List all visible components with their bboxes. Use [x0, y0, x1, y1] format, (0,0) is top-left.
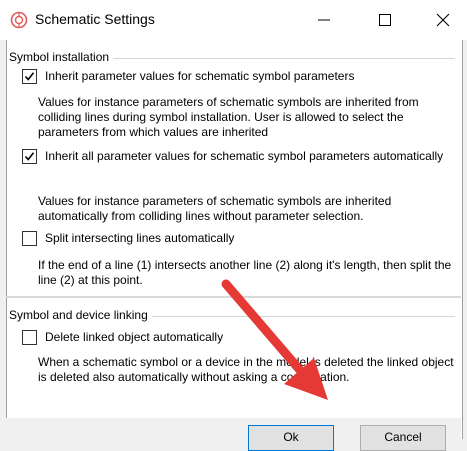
inherit-parameter-values-option[interactable]: Inherit parameter values for schematic s…: [22, 68, 455, 85]
close-icon: [436, 13, 450, 27]
maximize-icon: [379, 14, 391, 26]
option-description: If the end of a line (1) intersects anot…: [38, 258, 452, 287]
checkmark-icon: [24, 152, 35, 161]
delete-linked-object-option[interactable]: Delete linked object automatically: [22, 329, 455, 346]
cancel-button[interactable]: Cancel: [360, 425, 446, 451]
split-intersecting-lines-option[interactable]: Split intersecting lines automatically: [22, 230, 455, 247]
minimize-icon: [318, 19, 330, 21]
option-label: Delete linked object automatically: [45, 330, 224, 344]
title-bar: Schematic Settings: [0, 0, 467, 40]
option-description: When a schematic symbol or a device in t…: [38, 355, 454, 384]
checkmark-icon: [24, 72, 35, 81]
inherit-all-parameter-values-option[interactable]: Inherit all parameter values for schemat…: [22, 148, 445, 165]
option-label: Inherit all parameter values for schemat…: [45, 149, 444, 163]
window-title: Schematic Settings: [35, 11, 155, 27]
delete-linked-object-checkbox[interactable]: [22, 330, 37, 345]
option-label: Inherit parameter values for schematic s…: [45, 69, 355, 83]
split-intersecting-lines-checkbox[interactable]: [22, 231, 37, 246]
app-icon: [10, 11, 28, 29]
option-description: Values for instance parameters of schema…: [38, 194, 392, 223]
close-button[interactable]: [420, 0, 466, 40]
option-description: Values for instance parameters of schema…: [38, 95, 419, 139]
inherit-all-parameter-values-checkbox[interactable]: [22, 149, 37, 164]
minimize-button[interactable]: [301, 0, 347, 40]
group-title: Symbol installation: [9, 50, 114, 64]
ok-button[interactable]: Ok: [248, 425, 334, 451]
group-title: Symbol and device linking: [9, 308, 152, 322]
group-separator: [6, 296, 461, 298]
option-label: Split intersecting lines automatically: [45, 231, 235, 245]
inherit-parameter-values-checkbox[interactable]: [22, 69, 37, 84]
maximize-button[interactable]: [362, 0, 408, 40]
